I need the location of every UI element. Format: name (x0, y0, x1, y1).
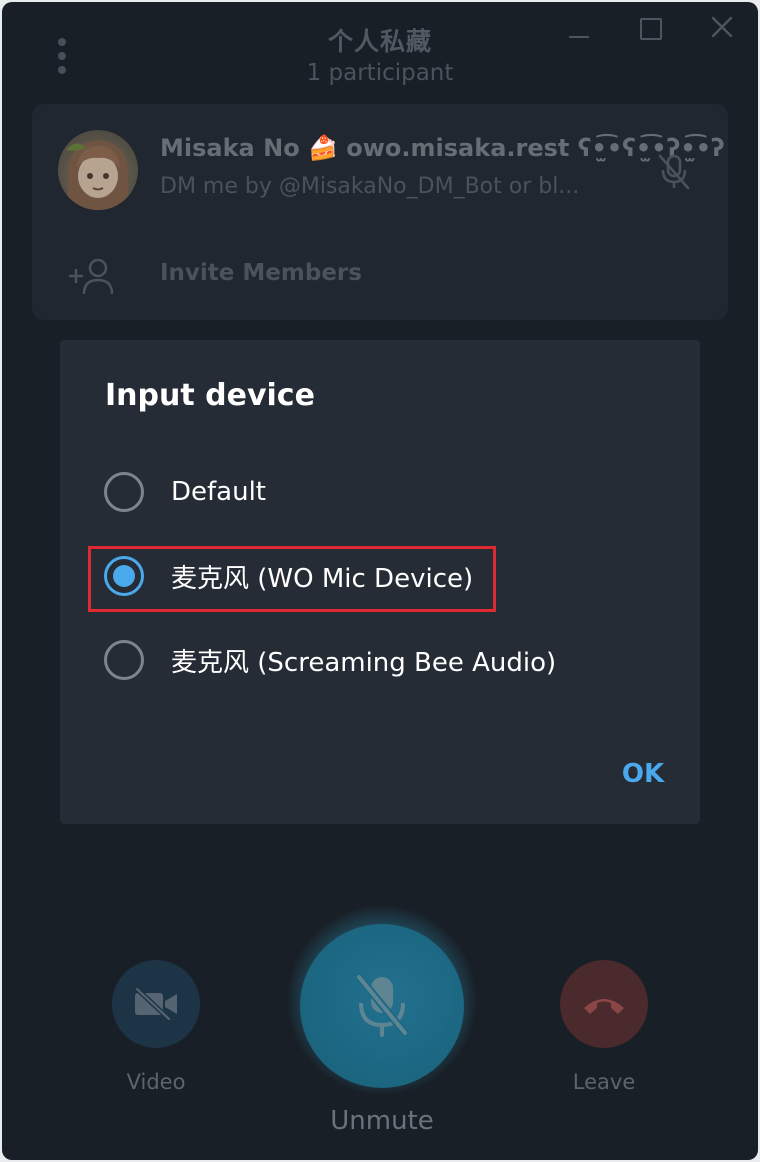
participants-panel: Misaka No 🍰 owo.misaka.rest ʕ•̫͡•ʕ•̫͡•ʔ•… (32, 104, 728, 320)
mic-muted-icon[interactable] (654, 152, 694, 192)
avatar[interactable] (58, 130, 138, 210)
unmute-button[interactable] (300, 924, 464, 1088)
ok-button[interactable]: OK (608, 750, 678, 798)
device-option-screaming-bee[interactable]: 麦克风 (Screaming Bee Audio) (104, 635, 664, 685)
radio-button[interactable] (104, 472, 144, 512)
leave-label: Leave (572, 1070, 636, 1094)
input-device-dialog: Input device Default 麦克风 (WO Mic Device)… (60, 340, 700, 824)
radio-button[interactable] (104, 556, 144, 596)
video-label: Video (126, 1070, 186, 1094)
dialog-title: Input device (105, 378, 315, 413)
add-user-icon[interactable] (68, 256, 118, 296)
close-icon (711, 16, 733, 38)
close-button[interactable] (704, 14, 740, 44)
voice-chat-window: 个人私藏 1 participant Misaka No 🍰 owo.misak… (2, 2, 758, 1160)
option-label: 麦克风 (WO Mic Device) (171, 563, 474, 594)
leave-button[interactable] (560, 960, 648, 1048)
device-option-wo-mic[interactable]: 麦克风 (WO Mic Device) (104, 551, 664, 601)
maximize-button[interactable] (632, 14, 668, 44)
device-option-default[interactable]: Default (104, 467, 664, 517)
radio-button[interactable] (104, 640, 144, 680)
video-off-icon (134, 987, 177, 1021)
mic-muted-icon (355, 973, 409, 1037)
minimize-button[interactable] (562, 14, 598, 44)
hang-up-icon (584, 999, 624, 1014)
video-button[interactable] (112, 960, 200, 1048)
participant-status: DM me by @MisakaNo_DM_Bot or bl... (160, 174, 580, 199)
option-label: 麦克风 (Screaming Bee Audio) (171, 647, 557, 678)
participant-count: 1 participant (306, 60, 454, 86)
option-label: Default (171, 477, 266, 507)
unmute-label: Unmute (330, 1106, 434, 1136)
invite-members-button[interactable]: Invite Members (160, 260, 362, 286)
participant-name: Misaka No 🍰 owo.misaka.rest ʕ•̫͡•ʕ•̫͡•ʔ•… (160, 134, 725, 162)
